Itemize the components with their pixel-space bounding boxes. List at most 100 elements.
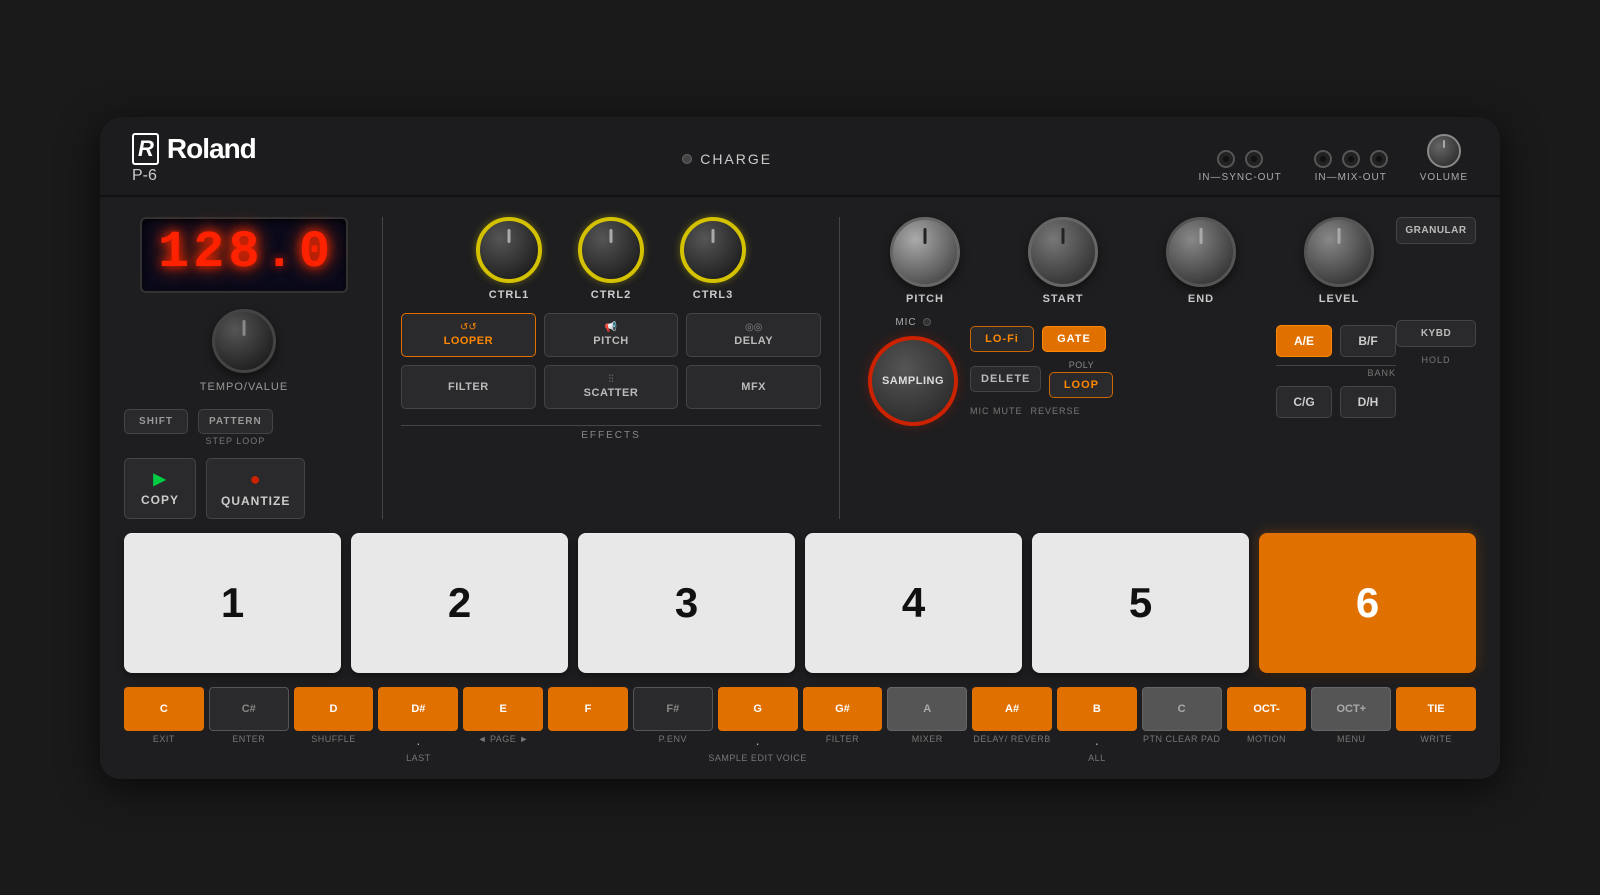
key-ds-button[interactable]: D# [378, 687, 458, 731]
sync-out-jack [1245, 150, 1263, 168]
pad-1-number: 1 [221, 579, 244, 627]
right-side-buttons: GRANULAR KYBD HOLD [1396, 217, 1476, 365]
pad-2-number: 2 [448, 579, 471, 627]
gate-button[interactable]: GATE [1042, 326, 1106, 352]
brand-section: R Roland P-6 [132, 133, 256, 185]
ctrl1-knob[interactable] [476, 217, 542, 283]
scatter-button[interactable]: ⫶⫶ SCATTER [544, 365, 679, 409]
copy-button[interactable]: ▶ COPY [124, 458, 196, 519]
pad-6[interactable]: 6 [1259, 533, 1476, 673]
roland-p6-device: R Roland P-6 CHARGE IN—SYNC-OUT [100, 117, 1500, 779]
ctrl3-knob[interactable] [680, 217, 746, 283]
volume-knob[interactable] [1427, 134, 1461, 168]
pitch-label: PITCH [906, 293, 944, 305]
sync-label: IN—SYNC-OUT [1199, 172, 1282, 183]
shift-button[interactable]: SHIFT [124, 409, 188, 434]
bank-bf-button[interactable]: B/F [1340, 325, 1396, 357]
key-fs: F# P.ENV [633, 687, 713, 744]
led-digit-4: 0 [299, 227, 330, 283]
key-a: A MIXER [887, 687, 967, 744]
key-octminus-button[interactable]: OCT- [1227, 687, 1307, 731]
key-a-button[interactable]: A [887, 687, 967, 731]
pitch-fx-button[interactable]: 📢 PITCH [544, 313, 679, 357]
key-cs-button[interactable]: C# [209, 687, 289, 731]
key-c-button[interactable]: C [124, 687, 204, 731]
tempo-label: TEMPO/VALUE [200, 381, 288, 393]
pad-3[interactable]: 3 [578, 533, 795, 673]
sync-connectors: IN—SYNC-OUT [1199, 150, 1282, 183]
charge-section: CHARGE [682, 151, 772, 167]
pitch-group: PITCH [890, 217, 960, 305]
mic-label: MIC [895, 317, 916, 328]
key-e-label: ◄ PAGE ► [478, 734, 529, 744]
key-e-button[interactable]: E [463, 687, 543, 731]
key-g-button[interactable]: G [718, 687, 798, 731]
end-knob[interactable] [1166, 217, 1236, 287]
ctrl-knobs-row: CTRL1 CTRL2 CTRL3 [401, 217, 821, 301]
tempo-knob[interactable] [212, 309, 276, 373]
mic-led [923, 318, 931, 326]
start-label: START [1043, 293, 1084, 305]
sampling-button[interactable]: SAMPLING [868, 336, 958, 426]
filter-button[interactable]: FILTER [401, 365, 536, 409]
filter-label: FILTER [448, 381, 489, 393]
delay-label: DELAY [734, 335, 773, 347]
key-octplus-button[interactable]: OCT+ [1311, 687, 1391, 731]
key-gs-button[interactable]: G# [803, 687, 883, 731]
key-octplus-label: MENU [1337, 734, 1366, 744]
bank-ae-button[interactable]: A/E [1276, 325, 1332, 357]
level-knob[interactable] [1304, 217, 1374, 287]
roland-name: Roland [167, 133, 256, 165]
sampling-label: SAMPLING [882, 375, 944, 387]
key-f-button[interactable]: F [548, 687, 628, 731]
key-d: D SHUFFLE [294, 687, 374, 744]
mix-label: IN—MIX-OUT [1315, 172, 1387, 183]
model-name: P-6 [132, 167, 256, 185]
ctrl2-knob[interactable] [578, 217, 644, 283]
mfx-button[interactable]: MFX [686, 365, 821, 409]
pitch-icon: 📢 [605, 322, 617, 333]
led-dot: . [264, 227, 295, 279]
pad-6-number: 6 [1356, 579, 1379, 627]
key-g-dot: · [755, 736, 760, 750]
key-c-label: EXIT [153, 734, 175, 744]
granular-button[interactable]: GRANULAR [1396, 217, 1476, 244]
key-tie-button[interactable]: TIE [1396, 687, 1476, 731]
key-c2-button[interactable]: C [1142, 687, 1222, 731]
lofi-button[interactable]: LO-Fi [970, 326, 1034, 352]
copy-quantize-row: ▶ COPY ● QUANTIZE [124, 458, 364, 519]
delay-button[interactable]: ◎◎ DELAY [686, 313, 821, 357]
bank-section: A/E B/F BANK C/G D/H [1276, 325, 1396, 418]
key-d-button[interactable]: D [294, 687, 374, 731]
key-as-button[interactable]: A# [972, 687, 1052, 731]
pad-2[interactable]: 2 [351, 533, 568, 673]
delete-button[interactable]: DELETE [970, 366, 1041, 392]
looper-button[interactable]: ↺↺ LOOPER [401, 313, 536, 357]
key-as-label: DELAY/ REVERB [973, 734, 1050, 744]
pad-5-number: 5 [1129, 579, 1152, 627]
pitch-knob[interactable] [890, 217, 960, 287]
key-fs-button[interactable]: F# [633, 687, 713, 731]
key-g-label: SAMPLE EDIT VOICE [708, 753, 806, 763]
bank-dh-button[interactable]: D/H [1340, 386, 1396, 418]
pattern-button[interactable]: PATTERN [198, 409, 273, 434]
top-bar: R Roland P-6 CHARGE IN—SYNC-OUT [100, 117, 1500, 197]
pad-4[interactable]: 4 [805, 533, 1022, 673]
quantize-button[interactable]: ● QUANTIZE [206, 458, 305, 519]
mic-mute-label: MIC MUTE [970, 406, 1023, 416]
key-c2: C PTN CLEAR PAD [1142, 687, 1222, 744]
loop-button[interactable]: LOOP [1049, 372, 1113, 398]
bank-cg-button[interactable]: C/G [1276, 386, 1332, 418]
sync-jacks [1217, 150, 1263, 168]
pad-1[interactable]: 1 [124, 533, 341, 673]
key-b-button[interactable]: B [1057, 687, 1137, 731]
effects-section-label: EFFECTS [401, 425, 821, 441]
key-cs: C# ENTER [209, 687, 289, 744]
headphone-jack [1370, 150, 1388, 168]
pad-5[interactable]: 5 [1032, 533, 1249, 673]
kybd-button[interactable]: KYBD [1396, 320, 1476, 347]
key-octminus: OCT- MOTION [1227, 687, 1307, 744]
looper-icon: ↺↺ [460, 322, 477, 333]
start-knob[interactable] [1028, 217, 1098, 287]
charge-led [682, 154, 692, 164]
